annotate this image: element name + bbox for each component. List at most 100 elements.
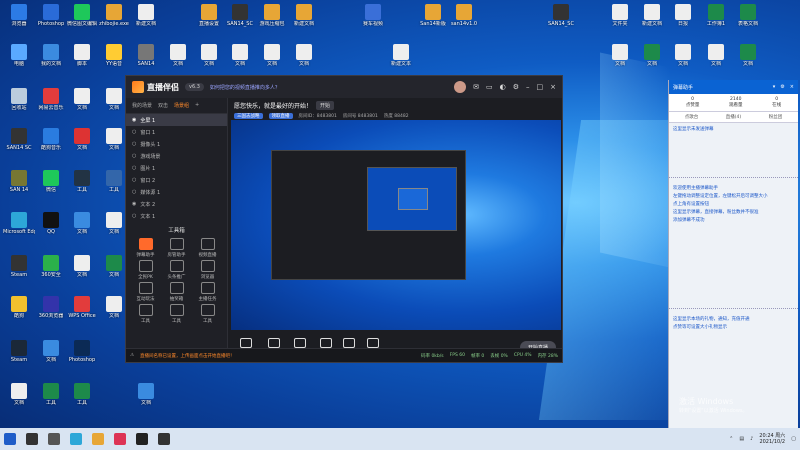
desktop-icon[interactable]: 文档 xyxy=(256,44,288,67)
eye-icon[interactable]: ○ xyxy=(132,177,136,183)
desktop-icon[interactable]: 酷狗音乐 xyxy=(35,128,67,151)
toolbox-item[interactable]: 主播任务 xyxy=(192,282,223,302)
desktop-icon[interactable]: zhibojie.exe xyxy=(98,4,130,27)
desktop-icon[interactable]: 文档 xyxy=(636,44,668,67)
clock[interactable]: 20:24 周六 2021/10/2 xyxy=(759,433,785,445)
desktop-icon[interactable]: 文档 xyxy=(700,44,732,67)
sidebar-tab[interactable]: 我的场景 xyxy=(132,102,152,109)
desktop-icon[interactable]: 电脑 xyxy=(3,44,35,67)
desktop-icon[interactable]: 文档 xyxy=(604,44,636,67)
app-icon[interactable] xyxy=(158,433,170,445)
eye-icon[interactable]: ○ xyxy=(132,213,136,219)
desktop-icon[interactable]: Microsoft Edge xyxy=(3,212,35,235)
close-icon[interactable]: × xyxy=(550,83,556,91)
scene-item[interactable]: ○ 摄像头 1 xyxy=(126,138,227,150)
room-meta-item[interactable]: 领取直播 xyxy=(268,113,293,119)
danmaku-panel[interactable]: 弹幕助手 ▾ ⚙ × 0 点赞量 2140 观看量 0 在线 点歌台 直播(4) 粉丝团 这里… xyxy=(668,80,798,428)
desktop-icon[interactable]: 文档 xyxy=(193,44,225,67)
skin-icon[interactable]: ◐ xyxy=(500,83,506,91)
scene-item[interactable]: ◉ 全屏 1 xyxy=(126,114,227,126)
desktop-icon[interactable]: San14新版 xyxy=(417,4,449,27)
desktop-icon[interactable]: 浏览器 xyxy=(3,4,35,27)
desktop-icon[interactable]: SAN 14 xyxy=(3,170,35,193)
toolbox-item[interactable]: 全民PK xyxy=(130,260,161,280)
toolbox-item[interactable]: 工具 xyxy=(161,304,192,324)
desktop-icon[interactable]: san14v1.0 xyxy=(448,4,480,27)
panel-tab[interactable]: 直播(4) xyxy=(726,114,741,120)
eye-icon[interactable]: ◉ xyxy=(132,201,136,207)
desktop-icon[interactable]: 新建文档 xyxy=(636,4,668,27)
app-titlebar[interactable]: 直播伴侣 v6.3 如何把您的视频直播推向多人？ ✉ ▭ ◐ ⚙ – □ × xyxy=(126,76,562,98)
app-icon[interactable] xyxy=(114,433,126,445)
desktop-icon[interactable]: SAN14_SC xyxy=(545,4,577,27)
desktop-icon[interactable]: 文档 xyxy=(667,44,699,67)
scene-item[interactable]: ○ 窗口 2 xyxy=(126,174,227,186)
desktop-icon[interactable]: 赛车视频 xyxy=(357,4,389,27)
eye-icon[interactable]: ○ xyxy=(132,153,136,159)
desktop-icon[interactable]: 文档 xyxy=(66,212,98,235)
scene-item[interactable]: ○ 媒体源 1 xyxy=(126,186,227,198)
search-icon[interactable] xyxy=(26,433,38,445)
desktop-icon[interactable]: QQ xyxy=(35,212,67,235)
eye-icon[interactable]: ○ xyxy=(132,129,136,135)
desktop-icon[interactable]: 微信 xyxy=(35,170,67,193)
scene-item[interactable]: ○ 图片 1 xyxy=(126,162,227,174)
maximize-icon[interactable]: □ xyxy=(537,83,544,91)
notification-icon[interactable]: ▢ xyxy=(791,436,796,442)
screen-icon[interactable]: ▭ xyxy=(486,83,493,91)
desktop-icon[interactable]: 360安全 xyxy=(35,255,67,278)
toolbox-item[interactable]: 工具 xyxy=(130,304,161,324)
toolbox-item[interactable]: 抽奖箱 xyxy=(161,282,192,302)
notice-link[interactable]: 如何把您的视频直播推向多人？ xyxy=(210,84,280,91)
taskview-icon[interactable] xyxy=(48,433,60,445)
desktop-icon[interactable]: 工具 xyxy=(35,383,67,406)
desktop-icon[interactable]: 工具 xyxy=(66,383,98,406)
toolbox-item[interactable]: 头条推广 xyxy=(161,260,192,280)
pin-icon[interactable]: ▾ xyxy=(773,84,776,90)
desktop-icon[interactable]: Steam xyxy=(3,255,35,278)
desktop-icon[interactable]: 回收站 xyxy=(3,88,35,111)
scene-item[interactable]: ○ 窗口 1 xyxy=(126,126,227,138)
desktop-icon[interactable]: 文件夹 xyxy=(604,4,636,27)
desktop-icon[interactable]: 日报 xyxy=(667,4,699,27)
toolbox-item[interactable]: 视频直播 xyxy=(192,238,223,258)
add-scene-icon[interactable]: + xyxy=(195,102,199,109)
desktop-icon[interactable]: SAN14_SC xyxy=(224,4,256,27)
browser-icon[interactable] xyxy=(70,433,82,445)
desktop-icon[interactable]: SAN14 SC xyxy=(3,128,35,151)
panel-header[interactable]: 弹幕助手 ▾ ⚙ × xyxy=(669,80,798,94)
panel-tab[interactable]: 点歌台 xyxy=(685,114,699,120)
desktop-icon[interactable]: YY语音 xyxy=(98,44,130,67)
minimize-icon[interactable]: – xyxy=(526,83,530,91)
desktop-icon[interactable]: 网易云音乐 xyxy=(35,88,67,111)
desktop-icon[interactable]: 新建文本 xyxy=(385,44,417,67)
desktop-icon[interactable]: 新建文档 xyxy=(130,4,162,27)
message-icon[interactable]: ✉ xyxy=(473,83,479,91)
desktop-icon[interactable]: 酷狗 xyxy=(3,296,35,319)
desktop-icon[interactable]: WPS Office xyxy=(66,296,98,319)
desktop-icon[interactable]: Steam xyxy=(3,340,35,363)
toolbox-item[interactable]: 浏览器 xyxy=(192,260,223,280)
eye-icon[interactable]: ○ xyxy=(132,189,136,195)
folder-icon[interactable] xyxy=(92,433,104,445)
live-preview[interactable] xyxy=(231,120,561,330)
up-arrow-icon[interactable]: ⌃ xyxy=(729,436,733,442)
network-icon[interactable]: ▤ xyxy=(739,436,744,442)
desktop-icon[interactable]: 文档 xyxy=(66,88,98,111)
desktop-icon[interactable]: 表格文档 xyxy=(732,4,764,27)
app-window[interactable]: 直播伴侣 v6.3 如何把您的视频直播推向多人？ ✉ ▭ ◐ ⚙ – □ × 我… xyxy=(125,75,563,363)
desktop-icon[interactable]: 游戏压缩包 xyxy=(256,4,288,27)
volume-icon[interactable]: ♪ xyxy=(750,436,753,442)
close-icon[interactable]: × xyxy=(790,84,794,90)
desktop-icon[interactable]: 文档 xyxy=(66,255,98,278)
desktop-icon[interactable]: 新建文档 xyxy=(288,4,320,27)
avatar[interactable] xyxy=(454,81,467,93)
desktop-icon[interactable]: 文档 xyxy=(3,383,35,406)
desktop-icon[interactable]: 文档 xyxy=(162,44,194,67)
desktop-icon[interactable]: 我的文档 xyxy=(35,44,67,67)
scene-item[interactable]: ◉ 文本 2 xyxy=(126,198,227,210)
sidebar-tab[interactable]: 场景组 xyxy=(174,102,189,109)
desktop-icon[interactable]: 文档 xyxy=(732,44,764,67)
settings-icon[interactable]: ⚙ xyxy=(513,83,519,91)
app-icon[interactable] xyxy=(136,433,148,445)
